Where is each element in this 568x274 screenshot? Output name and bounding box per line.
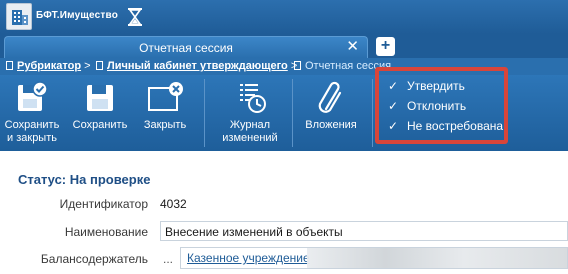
tab-label: Отчетная сессия	[139, 41, 233, 55]
save-and-close-label-2: и закрыть	[7, 132, 57, 144]
breadcrumb-item-cabinet[interactable]: Личный кабинет утверждающего >	[96, 60, 297, 72]
save-check-icon	[18, 81, 48, 111]
name-field[interactable]: Внесение изменений в объекты	[160, 221, 568, 241]
highlight-box	[375, 67, 508, 144]
close-button[interactable]: Закрыть	[134, 75, 196, 151]
building-icon	[12, 10, 28, 25]
tab-strip: Отчетная сессия ✕ +	[0, 34, 568, 58]
save-button[interactable]: Сохранить	[68, 75, 132, 151]
toolbar-divider	[292, 79, 293, 147]
form-panel: Статус: На проверке Идентификатор 4032 Н…	[0, 151, 568, 274]
journal-label: Журнал	[229, 119, 271, 131]
app-header: БФТ.Имущество	[0, 0, 568, 34]
change-journal-button[interactable]: Журнал изменений	[210, 75, 290, 151]
journal-clock-icon	[240, 84, 266, 113]
name-label: Наименование	[64, 225, 148, 239]
close-label: Закрыть	[143, 119, 187, 131]
balance-holder-label: Балансодержатель	[40, 252, 148, 266]
document-icon	[96, 61, 103, 70]
close-window-icon	[148, 82, 183, 111]
document-icon	[294, 61, 301, 70]
journal-label-2: изменений	[222, 132, 278, 144]
redacted-area	[307, 248, 567, 268]
app-title: БФТ.Имущество	[36, 10, 119, 21]
hourglass-icon[interactable]	[124, 6, 146, 28]
add-tab-button[interactable]: +	[376, 37, 395, 56]
identifier-value: 4032	[160, 197, 187, 211]
floppy-icon	[87, 85, 113, 111]
attachments-label: Вложения	[305, 119, 357, 131]
breadcrumb-item-rubricator[interactable]: Рубрикатор >	[6, 60, 91, 72]
document-icon	[6, 61, 13, 70]
toolbar-divider	[372, 79, 373, 147]
app-logo[interactable]	[6, 3, 32, 30]
status-text: Статус: На проверке	[18, 172, 151, 187]
tab-reporting-session[interactable]: Отчетная сессия ✕	[4, 36, 368, 58]
save-label: Сохранить	[72, 119, 128, 131]
toolbar-divider	[204, 79, 205, 147]
save-and-close-button[interactable]: Сохранить и закрыть	[0, 75, 64, 151]
attachments-button[interactable]: Вложения	[296, 75, 366, 151]
save-and-close-label: Сохранить	[4, 119, 60, 131]
identifier-label: Идентификатор	[59, 197, 148, 211]
balance-holder-link[interactable]: Казенное учреждение	[180, 247, 568, 269]
close-icon[interactable]: ✕	[346, 39, 359, 54]
balance-holder-picker[interactable]: ...	[163, 252, 173, 266]
paperclip-icon	[318, 81, 342, 113]
balance-holder-value[interactable]: Казенное учреждение	[187, 251, 310, 265]
